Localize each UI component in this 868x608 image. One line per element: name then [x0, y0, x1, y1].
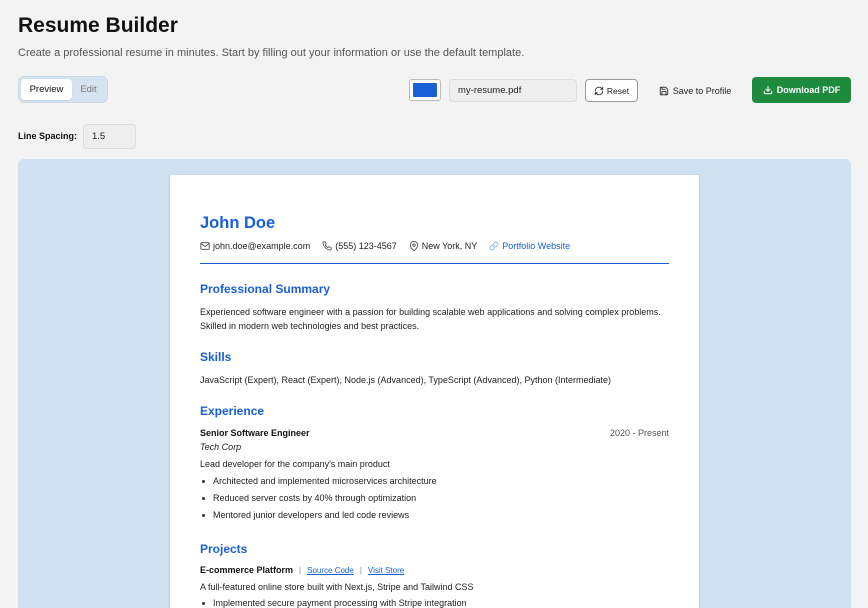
list-item: Architected and implemented microservice…	[200, 473, 669, 490]
phone-icon	[322, 241, 332, 251]
job-dates: 2020 - Present	[609, 428, 669, 438]
contact-phone-text: (555) 123-4567	[335, 241, 397, 251]
reset-label: Reset	[606, 85, 630, 96]
skills-text: JavaScript (Expert), React (Expert), Nod…	[200, 375, 612, 385]
resume-name: John Doe	[200, 214, 276, 232]
save-to-profile-button[interactable]: Save to Profile	[646, 79, 744, 102]
contact-row: john.doe@example.com (555) 123-4567 New …	[200, 241, 582, 251]
contact-email-text: john.doe@example.com	[213, 241, 311, 251]
save-icon	[659, 86, 669, 96]
header-divider	[200, 263, 669, 264]
project-bullets: Implemented secure payment processing wi…	[200, 595, 669, 608]
portfolio-link-text: Portfolio Website	[502, 241, 571, 251]
project-row: E-commerce Platform | Source Code | Visi…	[200, 565, 404, 575]
contact-location: New York, NY	[409, 241, 478, 251]
line-spacing-input[interactable]	[83, 124, 136, 149]
project-separator: |	[359, 565, 362, 575]
mail-icon	[200, 241, 210, 251]
edit-tab[interactable]: Edit	[72, 79, 105, 100]
line-spacing-label: Line Spacing:	[18, 131, 78, 141]
list-item: Implemented secure payment processing wi…	[200, 595, 669, 608]
resume-page: John Doe john.doe@example.com (555) 123-…	[170, 175, 699, 608]
resume-preview-area: John Doe john.doe@example.com (555) 123-…	[18, 159, 851, 608]
page-subtitle: Create a professional resume in minutes.…	[18, 47, 525, 59]
contact-phone: (555) 123-4567	[322, 241, 397, 251]
job-title: Senior Software Engineer	[200, 428, 310, 438]
project-separator: |	[299, 565, 302, 575]
list-item: Mentored junior developers and led code …	[200, 507, 669, 524]
summary-heading: Professional Summary	[200, 282, 331, 296]
job-description: Lead developer for the company's main pr…	[200, 459, 390, 469]
reset-button[interactable]: Reset	[585, 79, 638, 102]
page-title: Resume Builder	[18, 14, 178, 37]
contact-email: john.doe@example.com	[200, 241, 310, 251]
view-mode-toggle: Preview Edit	[18, 76, 108, 103]
projects-heading: Projects	[200, 542, 248, 556]
job-company: Tech Corp	[200, 442, 242, 452]
filename-input[interactable]	[449, 79, 577, 102]
experience-heading: Experience	[200, 404, 265, 418]
save-label: Save to Profile	[672, 85, 732, 96]
job-bullets: Architected and implemented microservice…	[200, 473, 669, 524]
skills-heading: Skills	[200, 350, 232, 364]
download-icon	[763, 85, 773, 95]
portfolio-link[interactable]: Portfolio Website	[489, 241, 570, 251]
project-description: A full-featured online store built with …	[200, 582, 474, 592]
list-item: Reduced server costs by 40% through opti…	[200, 490, 669, 507]
contact-location-text: New York, NY	[421, 241, 478, 251]
project-name: E-commerce Platform	[200, 565, 294, 575]
accent-color-fill	[413, 83, 437, 97]
refresh-icon	[594, 86, 604, 96]
map-pin-icon	[409, 241, 419, 251]
source-code-link[interactable]: Source Code	[307, 566, 354, 575]
visit-store-link[interactable]: Visit Store	[368, 566, 404, 575]
download-label: Download PDF	[776, 85, 841, 95]
preview-tab[interactable]: Preview	[21, 79, 72, 100]
accent-color-picker[interactable]	[409, 79, 441, 101]
download-pdf-button[interactable]: Download PDF	[752, 77, 851, 103]
link-icon	[489, 241, 499, 251]
summary-text: Experienced software engineer with a pas…	[200, 307, 661, 331]
